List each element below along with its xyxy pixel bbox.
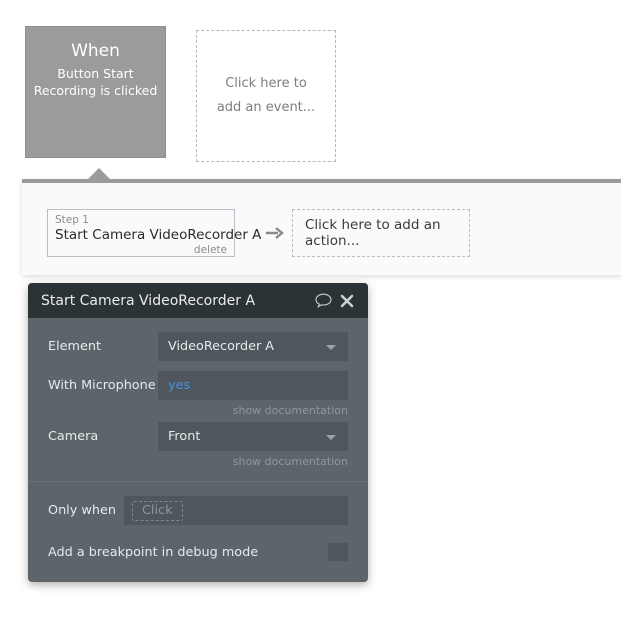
camera-dropdown[interactable]: Front — [158, 422, 348, 451]
chevron-down-icon — [326, 435, 336, 440]
field-label-camera: Camera — [48, 429, 99, 444]
element-dropdown[interactable]: VideoRecorder A — [158, 332, 348, 361]
speech-bubble-icon[interactable] — [313, 291, 333, 311]
breakpoint-checkbox[interactable] — [328, 543, 348, 561]
with-microphone-input[interactable]: yes — [158, 371, 348, 400]
panel-title: Start Camera VideoRecorder A — [41, 292, 256, 309]
step-label: Step 1 — [55, 214, 89, 226]
panel-divider — [28, 481, 368, 482]
arrow-right-icon — [265, 224, 285, 242]
breakpoint-label: Add a breakpoint in debug mode — [48, 544, 259, 560]
show-documentation-link-microphone[interactable]: show documentation — [48, 400, 348, 422]
camera-dropdown-value: Front — [168, 429, 201, 444]
add-action-placeholder[interactable]: Click here to add an action... — [292, 209, 470, 257]
actions-notch-triangle — [88, 168, 110, 179]
step-name: Start Camera VideoRecorder A — [55, 227, 262, 243]
field-row-only-when: Only when Click — [48, 496, 348, 525]
only-when-placeholder: Click — [132, 500, 183, 521]
field-row-camera: Camera Front — [48, 422, 348, 451]
event-block-title: When — [71, 41, 120, 61]
panel-body: Element VideoRecorder A With Microphone … — [28, 318, 368, 565]
field-label-element: Element — [48, 339, 101, 354]
with-microphone-value: yes — [168, 378, 191, 393]
property-editor-panel: Start Camera VideoRecorder A Element Vid… — [28, 283, 368, 582]
field-row-element: Element VideoRecorder A — [48, 332, 348, 361]
actions-row: Step 1 Start Camera VideoRecorder A dele… — [22, 179, 621, 275]
event-block-when[interactable]: When Button Start Recording is clicked — [25, 26, 166, 158]
chevron-down-icon — [326, 345, 336, 350]
only-when-input[interactable]: Click — [124, 496, 348, 525]
field-row-with-microphone: With Microphone yes — [48, 371, 348, 400]
show-documentation-link-camera[interactable]: show documentation — [48, 451, 348, 473]
field-label-with-microphone: With Microphone — [48, 378, 156, 393]
add-event-label: Click here to add an event... — [216, 76, 316, 115]
field-spacer — [48, 361, 348, 371]
add-event-placeholder[interactable]: Click here to add an event... — [196, 30, 336, 162]
step-delete-link[interactable]: delete — [55, 244, 227, 257]
action-step-1[interactable]: Step 1 Start Camera VideoRecorder A dele… — [47, 209, 262, 257]
add-action-label: Click here to add an action... — [305, 217, 441, 249]
element-dropdown-value: VideoRecorder A — [168, 339, 275, 354]
field-label-only-when: Only when — [48, 503, 116, 518]
close-icon[interactable] — [337, 291, 357, 311]
field-row-breakpoint: Add a breakpoint in debug mode — [48, 539, 348, 565]
workflow-canvas: When Button Start Recording is clicked C… — [0, 0, 621, 634]
event-block-subtitle: Button Start Recording is clicked — [33, 66, 158, 98]
panel-header: Start Camera VideoRecorder A — [28, 283, 368, 318]
